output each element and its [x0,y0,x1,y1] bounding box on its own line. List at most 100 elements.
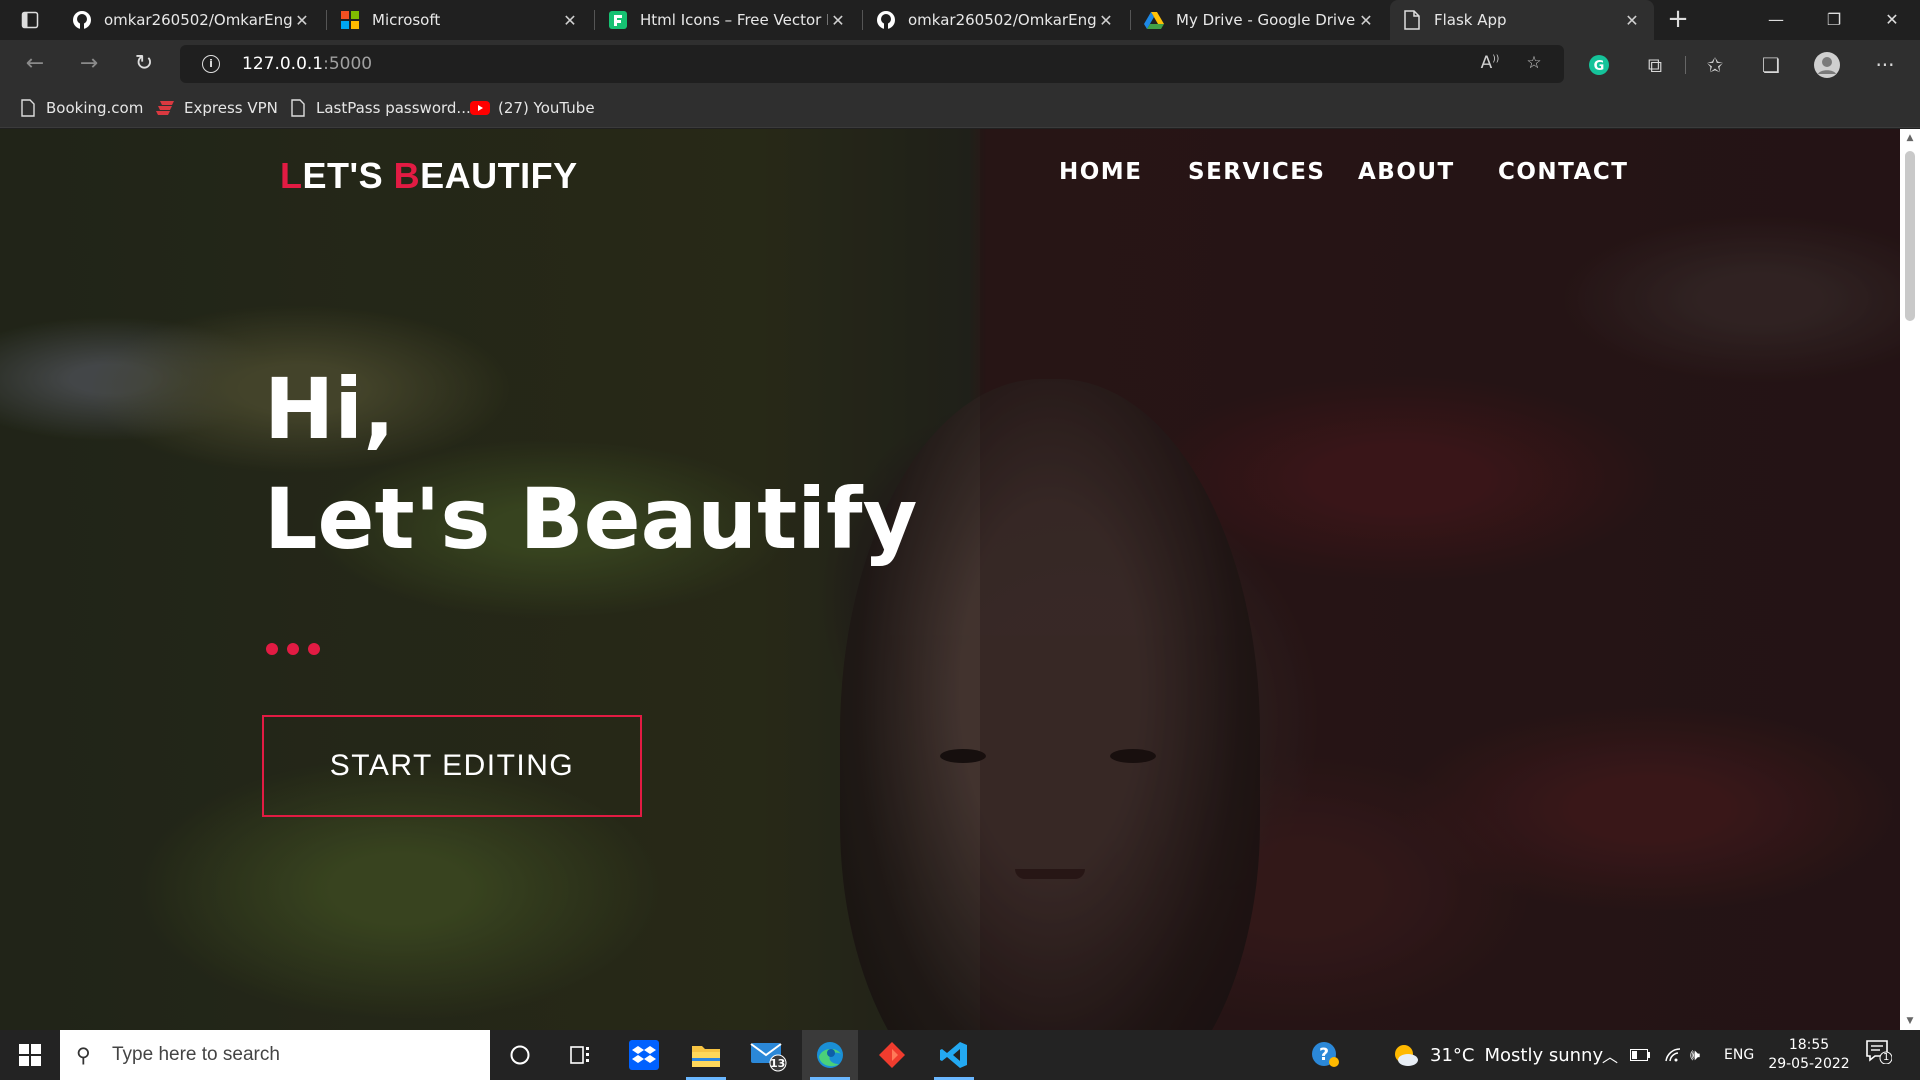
windows-logo-icon [19,1044,41,1066]
page-scrollbar[interactable]: ▲ ▼ [1900,129,1920,1030]
microsoft-icon [340,10,360,30]
tab-github-1[interactable]: omkar260502/OmkarEngag ✕ [60,0,324,40]
bookmark-youtube[interactable]: (27) YouTube [470,97,595,119]
language-indicator[interactable]: ENG [1724,1030,1754,1080]
youtube-icon [470,98,490,118]
browser-toolbar: ← → ↻ i 127.0.0.1:5000 A)) ☆ G ⧉ ✩ ❏ ··· [0,40,1920,88]
info-icon[interactable]: i [202,55,220,73]
github-icon [72,10,92,30]
tab-divider [326,10,327,30]
clock-date: 29-05-2022 [1768,1056,1850,1072]
nav-services[interactable]: SERVICES [1188,159,1326,185]
close-icon[interactable]: ✕ [1096,11,1116,30]
close-icon[interactable]: ✕ [560,11,580,30]
help-icon[interactable]: ? [1310,1030,1340,1080]
back-arrow-icon[interactable]: ← [18,48,52,80]
nav-home[interactable]: HOME [1059,159,1142,185]
windows-taskbar: ⚲ Type here to search 13 ? 31°C Mostly s… [0,1030,1920,1080]
site-logo[interactable]: LET'S BEAUTIFY [280,155,578,197]
new-tab-button[interactable]: + [1662,4,1694,36]
windows-start-button[interactable] [0,1030,60,1080]
forward-arrow-icon[interactable]: → [72,48,106,80]
logo-text: EAUTIFY [420,155,578,196]
tab-actions-icon[interactable] [14,8,46,32]
url-port: :5000 [323,54,373,74]
svg-text:?: ? [1319,1045,1329,1065]
bookmark-label: Booking.com [46,99,144,117]
tab-flask-app[interactable]: Flask App ✕ [1390,0,1654,40]
scrollbar-thumb[interactable] [1905,151,1915,321]
vscode-icon[interactable] [926,1030,982,1080]
start-editing-button[interactable]: START EDITING [262,715,642,817]
close-icon[interactable]: ✕ [292,11,312,30]
logo-text: ET'S [302,155,394,196]
collections-icon[interactable]: ❏ [1756,50,1786,80]
clock[interactable]: 18:55 29-05-2022 [1764,1036,1854,1074]
tab-title: omkar260502/OmkarEngag [908,11,1096,29]
task-view-icon[interactable] [552,1030,608,1080]
tab-html-icons[interactable]: Html Icons – Free Vector Do ✕ [596,0,860,40]
dropbox-icon[interactable] [616,1030,672,1080]
minimize-button[interactable]: — [1748,0,1804,40]
tab-google-drive[interactable]: My Drive - Google Drive ✕ [1132,0,1388,40]
tab-divider [594,10,595,30]
tab-title: omkar260502/OmkarEngag [104,11,292,29]
nav-about[interactable]: ABOUT [1358,159,1455,185]
close-icon[interactable]: ✕ [1622,11,1642,30]
hero-dots-decoration [266,643,320,655]
cortana-icon[interactable] [492,1030,548,1080]
taskbar-search-input[interactable]: ⚲ Type here to search [60,1030,490,1080]
scroll-down-arrow-icon[interactable]: ▼ [1900,1012,1920,1030]
search-icon: ⚲ [76,1043,91,1067]
tab-title: Microsoft [372,11,441,29]
bookmarks-bar: Booking.com Express VPN LastPass passwor… [0,88,1920,128]
notification-count: 1 [1883,1052,1890,1063]
read-aloud-icon[interactable]: A)) [1478,53,1502,75]
tab-title: Html Icons – Free Vector Do [640,11,828,29]
web-page: LET'S BEAUTIFY HOME SERVICES ABOUT CONTA… [0,129,1900,1030]
scroll-up-arrow-icon[interactable]: ▲ [1900,129,1920,147]
bookmark-label: LastPass password... [316,99,471,117]
restore-button[interactable]: ❐ [1806,0,1862,40]
mail-badge-count: 13 [770,1057,786,1070]
google-drive-icon [1144,10,1164,30]
bookmark-booking[interactable]: Booking.com [18,97,143,119]
bookmark-express-vpn[interactable]: Express VPN [156,97,278,119]
battery-icon[interactable] [1630,1030,1650,1080]
dot [266,643,278,655]
bookmark-lastpass[interactable]: LastPass password... [288,97,471,119]
edge-browser-icon[interactable] [802,1030,858,1080]
nav-contact[interactable]: CONTACT [1498,159,1628,185]
add-favorite-icon[interactable]: ☆ [1522,53,1546,75]
hero-heading: Hi, Let's Beautify [264,354,917,574]
tab-title: My Drive - Google Drive [1176,11,1356,29]
close-window-button[interactable]: ✕ [1864,0,1920,40]
wifi-icon[interactable] [1664,1030,1682,1080]
page-icon [18,98,38,118]
refresh-icon[interactable]: ↻ [127,48,161,80]
git-app-icon[interactable] [864,1030,920,1080]
extensions-icon[interactable]: ⧉ [1640,50,1670,80]
notification-center-icon[interactable]: 1 [1866,1040,1896,1070]
grammarly-icon[interactable]: G [1584,50,1614,80]
more-options-icon[interactable]: ··· [1870,50,1900,80]
logo-accent-letter: B [393,155,421,196]
address-bar[interactable]: i 127.0.0.1:5000 A)) ☆ [180,45,1564,83]
bookmark-label: (27) YouTube [498,99,595,117]
close-icon[interactable]: ✕ [1356,11,1376,30]
logo-accent-letter: L [280,155,303,196]
address-url[interactable]: 127.0.0.1:5000 [242,54,372,74]
hero-darken-overlay [0,129,1900,1030]
tab-microsoft[interactable]: Microsoft ✕ [328,0,592,40]
tab-github-2[interactable]: omkar260502/OmkarEngag ✕ [864,0,1128,40]
volume-icon[interactable]: 🕪 [1690,1030,1700,1080]
favorites-icon[interactable]: ✩ [1700,50,1730,80]
weather-widget[interactable]: 31°C Mostly sunny [1392,1030,1603,1080]
file-explorer-icon[interactable] [678,1030,734,1080]
close-icon[interactable]: ✕ [828,11,848,30]
expressvpn-icon [156,98,176,118]
show-hidden-icons-chevron-icon[interactable]: ︿ [1602,1030,1618,1080]
profile-avatar-icon[interactable] [1812,50,1842,80]
tab-title: Flask App [1434,11,1507,29]
mail-icon[interactable]: 13 [740,1030,796,1080]
